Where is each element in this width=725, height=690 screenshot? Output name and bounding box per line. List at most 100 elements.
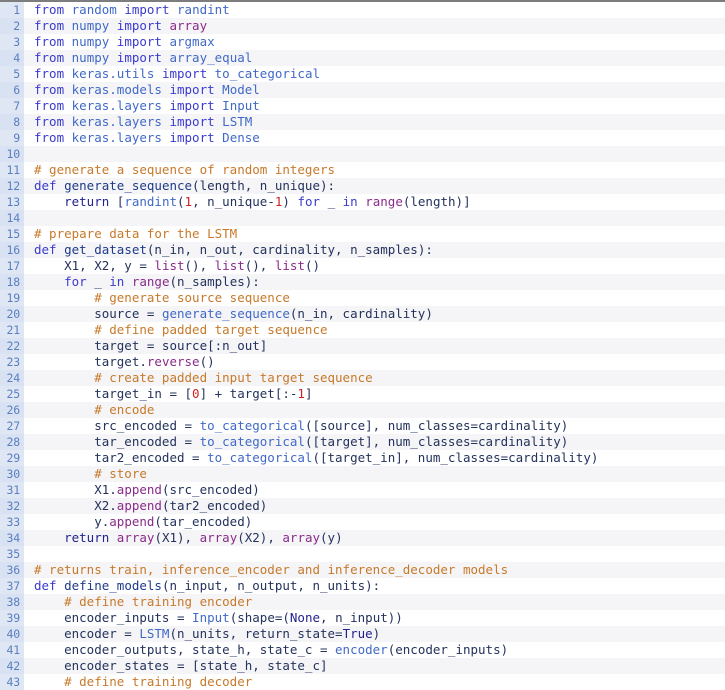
- code-line[interactable]: 23 target.reverse(): [0, 354, 725, 370]
- code-line-text: tar_encoded = to_categorical([target], n…: [24, 434, 725, 450]
- token-kw: from: [34, 82, 72, 97]
- code-line[interactable]: 6from keras.models import Model: [0, 82, 725, 98]
- line-number: 19: [0, 290, 24, 306]
- code-line[interactable]: 4from numpy import array_equal: [0, 50, 725, 66]
- token-name: numpy: [72, 34, 117, 49]
- code-line[interactable]: 26 # encode: [0, 402, 725, 418]
- code-line[interactable]: 10: [0, 146, 725, 162]
- code-listing: 1from random import randint2from numpy i…: [0, 2, 725, 690]
- code-line[interactable]: 17 X1, X2, y = list(), list(), list(): [0, 258, 725, 274]
- token-txt: tar2_encoded =: [34, 450, 207, 465]
- token-com: # define training decoder: [34, 674, 252, 689]
- token-kw: from: [34, 50, 72, 65]
- token-kw: import: [117, 34, 170, 49]
- token-com: # generate a sequence of random integers: [34, 162, 335, 177]
- token-name: argmax: [169, 34, 214, 49]
- token-txt: target = source[:n_out]: [34, 338, 267, 353]
- token-txt: ]: [305, 386, 313, 401]
- code-line[interactable]: 13 return [randint(1, n_unique-1) for _ …: [0, 194, 725, 210]
- code-line[interactable]: 39 encoder_inputs = Input(shape=(None, n…: [0, 610, 725, 626]
- code-line[interactable]: 41 encoder_outputs, state_h, state_c = e…: [0, 642, 725, 658]
- line-number: 31: [0, 482, 24, 498]
- code-line[interactable]: 14: [0, 210, 725, 226]
- token-txt: (),: [245, 258, 275, 273]
- code-line[interactable]: 29 tar2_encoded = to_categorical([target…: [0, 450, 725, 466]
- code-line[interactable]: 1from random import randint: [0, 2, 725, 18]
- token-kw: import: [169, 82, 222, 97]
- token-txt: ] + target[:-: [200, 386, 298, 401]
- code-line[interactable]: 5from keras.utils import to_categorical: [0, 66, 725, 82]
- code-line[interactable]: 42 encoder_states = [state_h, state_c]: [0, 658, 725, 674]
- token-txt: target.: [34, 354, 147, 369]
- code-line[interactable]: 22 target = source[:n_out]: [0, 338, 725, 354]
- code-line[interactable]: 40 encoder = LSTM(n_units, return_state=…: [0, 626, 725, 642]
- line-number: 36: [0, 562, 24, 578]
- code-line[interactable]: 43 # define training decoder: [0, 674, 725, 690]
- code-line-text: from keras.layers import Input: [24, 98, 725, 114]
- code-line-text: from numpy import array: [24, 18, 725, 34]
- code-line-text: def get_dataset(n_in, n_out, cardinality…: [24, 242, 725, 258]
- code-line-text: def generate_sequence(length, n_unique):: [24, 178, 725, 194]
- code-line[interactable]: 11# generate a sequence of random intege…: [0, 162, 725, 178]
- code-line-text: # returns train, inference_encoder and i…: [24, 562, 725, 578]
- code-line[interactable]: 9from keras.layers import Dense: [0, 130, 725, 146]
- token-txt: (X2),: [237, 530, 282, 545]
- code-line[interactable]: 34 return array(X1), array(X2), array(y): [0, 530, 725, 546]
- token-builtin: list: [215, 258, 245, 273]
- code-line[interactable]: 33 y.append(tar_encoded): [0, 514, 725, 530]
- line-number: 18: [0, 274, 24, 290]
- code-line[interactable]: 2from numpy import array: [0, 18, 725, 34]
- code-line[interactable]: 27 src_encoded = to_categorical([source]…: [0, 418, 725, 434]
- token-builtin: range: [132, 274, 170, 289]
- token-txt: ): [282, 194, 297, 209]
- code-line-text: # store: [24, 466, 725, 482]
- token-txt: ): [373, 626, 381, 641]
- token-kw: import: [162, 66, 215, 81]
- code-line-text: [24, 546, 725, 562]
- code-line[interactable]: 18 for _ in range(n_samples):: [0, 274, 725, 290]
- code-line[interactable]: 25 target_in = [0] + target[:-1]: [0, 386, 725, 402]
- token-com: # define padded target sequence: [34, 322, 328, 337]
- code-line[interactable]: 28 tar_encoded = to_categorical([target]…: [0, 434, 725, 450]
- token-name: numpy: [72, 50, 117, 65]
- line-number: 27: [0, 418, 24, 434]
- token-txt: (encoder_inputs): [388, 642, 508, 657]
- token-name: keras.layers: [72, 130, 170, 145]
- token-txt: _: [328, 194, 343, 209]
- line-number: 22: [0, 338, 24, 354]
- code-line[interactable]: 38 # define training encoder: [0, 594, 725, 610]
- token-txt: source =: [34, 306, 162, 321]
- code-line[interactable]: 35: [0, 546, 725, 562]
- code-line[interactable]: 19 # generate source sequence: [0, 290, 725, 306]
- code-line[interactable]: 3from numpy import argmax: [0, 34, 725, 50]
- token-kw: def: [34, 242, 64, 257]
- code-line[interactable]: 16def get_dataset(n_in, n_out, cardinali…: [0, 242, 725, 258]
- code-line-text: # define training decoder: [24, 674, 725, 690]
- token-name: to_categorical: [200, 434, 305, 449]
- line-number: 37: [0, 578, 24, 594]
- code-line[interactable]: 30 # store: [0, 466, 725, 482]
- token-fn: define_models: [64, 578, 162, 593]
- code-line-text: # generate a sequence of random integers: [24, 162, 725, 178]
- code-line[interactable]: 7from keras.layers import Input: [0, 98, 725, 114]
- code-line[interactable]: 36# returns train, inference_encoder and…: [0, 562, 725, 578]
- code-line[interactable]: 15# prepare data for the LSTM: [0, 226, 725, 242]
- code-line[interactable]: 37def define_models(n_input, n_output, n…: [0, 578, 725, 594]
- token-name: randint: [177, 2, 230, 17]
- code-line[interactable]: 31 X1.append(src_encoded): [0, 482, 725, 498]
- token-txt: (n_samples):: [170, 274, 260, 289]
- token-txt: y.: [34, 514, 109, 529]
- code-line[interactable]: 24 # create padded input target sequence: [0, 370, 725, 386]
- code-line[interactable]: 8from keras.layers import LSTM: [0, 114, 725, 130]
- token-kw: def: [34, 178, 64, 193]
- token-txt: encoder_outputs, state_h, state_c =: [34, 642, 335, 657]
- code-line[interactable]: 12def generate_sequence(length, n_unique…: [0, 178, 725, 194]
- token-txt: X1.: [34, 482, 117, 497]
- token-kw: from: [34, 34, 72, 49]
- code-viewer[interactable]: 1from random import randint2from numpy i…: [0, 0, 725, 690]
- line-number: 40: [0, 626, 24, 642]
- code-line[interactable]: 20 source = generate_sequence(n_in, card…: [0, 306, 725, 322]
- line-number: 10: [0, 146, 24, 162]
- code-line[interactable]: 21 # define padded target sequence: [0, 322, 725, 338]
- code-line[interactable]: 32 X2.append(tar2_encoded): [0, 498, 725, 514]
